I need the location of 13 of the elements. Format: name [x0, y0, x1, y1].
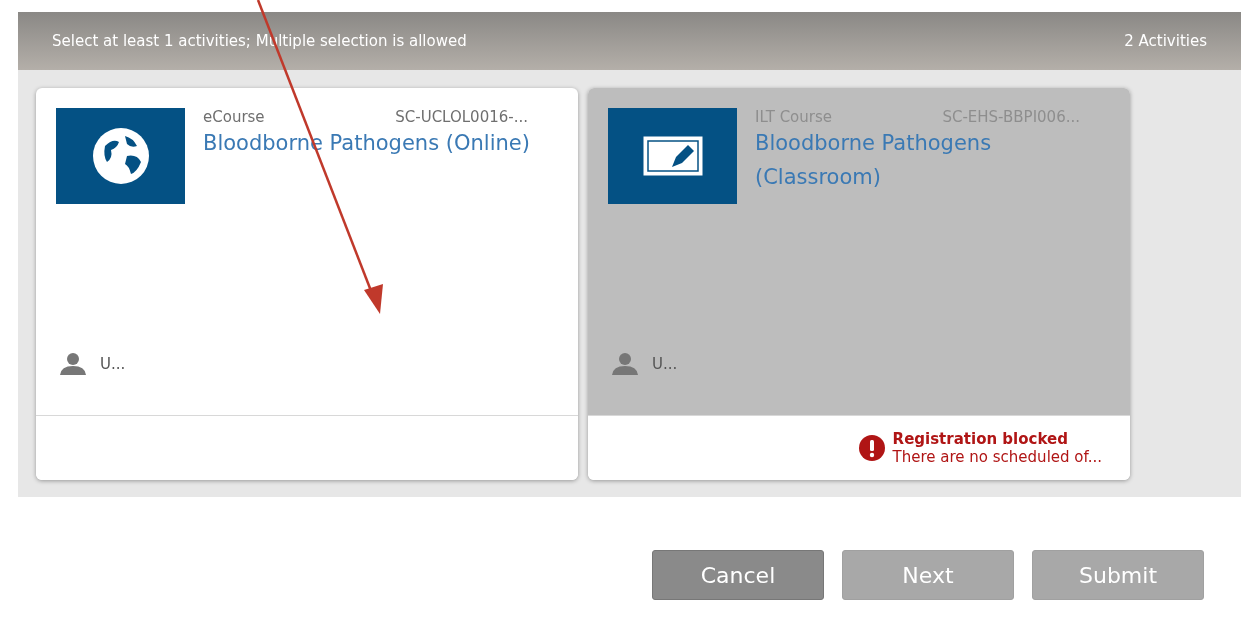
- error-icon: [858, 435, 885, 461]
- pencil-board-icon: [641, 135, 704, 177]
- person-icon: [60, 353, 86, 375]
- status-message: There are no scheduled of...: [892, 448, 1102, 466]
- course-code: SC-UCLOL0016-...: [395, 108, 528, 126]
- course-type: eCourse: [203, 108, 265, 126]
- action-button[interactable]: Cancel: [652, 550, 824, 600]
- person-icon: [612, 353, 638, 375]
- globe-icon: [90, 126, 151, 186]
- status-title: Registration blocked: [892, 430, 1069, 448]
- instructor-name: U...: [652, 355, 678, 373]
- instructor-name: U...: [100, 355, 126, 373]
- activity-count: 2 Activities: [1124, 32, 1207, 50]
